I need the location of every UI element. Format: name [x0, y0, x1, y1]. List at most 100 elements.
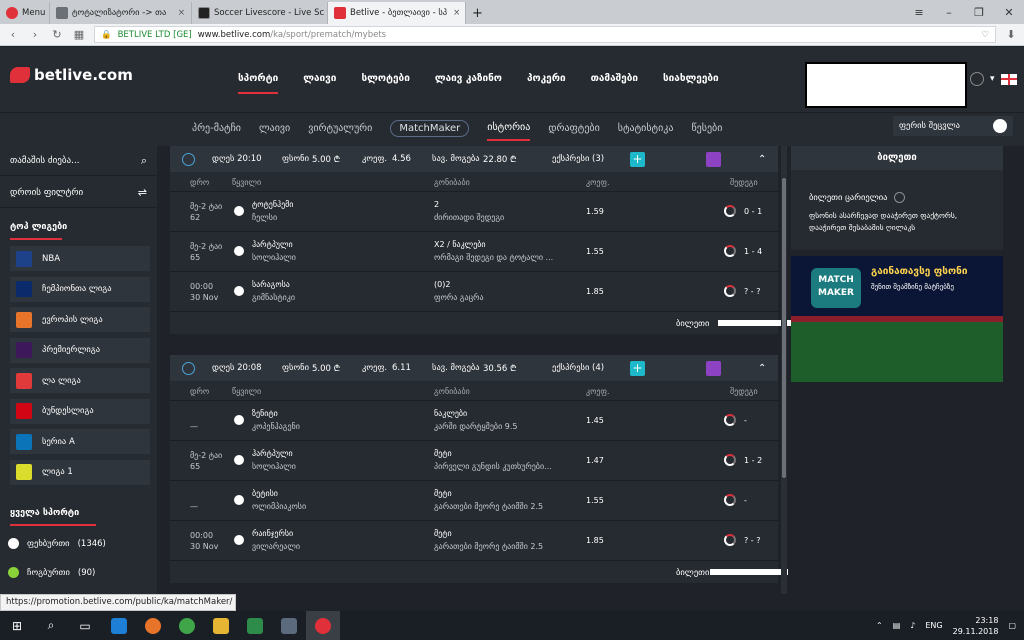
back-icon[interactable]: ‹	[6, 28, 20, 41]
match-row[interactable]: 00:00 30 Nov სარაგოსა გიმნასტიკი (0)2 ფორა გა…	[170, 272, 778, 312]
forward-icon[interactable]: ›	[28, 28, 42, 41]
network-icon[interactable]: ▤	[893, 621, 901, 630]
share-icon[interactable]	[706, 151, 721, 167]
opera-taskbar-icon[interactable]	[306, 611, 340, 640]
tab-rules[interactable]: წესები	[691, 123, 722, 134]
app-icon[interactable]	[272, 611, 306, 640]
restore-icon[interactable]: ❐	[964, 6, 994, 19]
status-spinner-icon	[724, 245, 736, 257]
match-row[interactable]: მე-2 ტაი 62 ტოტენჰემი ჩელსი 2 ძირითადი შედეგი…	[170, 192, 778, 232]
tab-statistics[interactable]: სტატისტიკა	[618, 123, 674, 134]
sport-item[interactable]: ფეხბურთი (1346)	[8, 538, 106, 549]
league-name: NBA	[42, 253, 61, 264]
nav-poker[interactable]: პოკერი	[527, 73, 566, 94]
bet-card-header[interactable]: დღეს 20:10 ფსონი 5.00 ₾ კოეფ. 4.56 სავ. მოგებ…	[170, 146, 778, 172]
matchmaker-promo-banner[interactable]: MATCH MAKER გაინათავსე ფსონი შენით შეამზ…	[791, 256, 1003, 382]
status-spinner-icon	[724, 285, 736, 297]
betslip-panel: ბილეთი ბილეთი ცარიელია ფსონის ასარჩევად …	[791, 146, 1003, 250]
league-item[interactable]: ჩემპიონთა ლიგა	[10, 276, 150, 302]
tab-drafts[interactable]: დრაფტები	[548, 123, 599, 134]
edge-icon[interactable]	[102, 611, 136, 640]
reload-icon[interactable]: ↻	[50, 28, 64, 41]
league-item[interactable]: ბუნდესლიგა	[10, 398, 150, 424]
bookmark-icon[interactable]: ♡	[981, 30, 989, 40]
spreadsheet-icon[interactable]	[238, 611, 272, 640]
nav-news[interactable]: სიახლეები	[663, 73, 719, 94]
tab-history[interactable]: ისტორია	[487, 122, 531, 141]
add-icon[interactable]: +	[630, 151, 645, 167]
tab-matchmaker[interactable]: MatchMaker	[390, 119, 470, 137]
tray-up-icon[interactable]: ⌃	[876, 621, 883, 630]
league-item[interactable]: პრემიერლიგა	[10, 337, 150, 363]
close-icon[interactable]: ×	[172, 8, 185, 18]
download-icon[interactable]: ⬇	[1004, 28, 1018, 41]
betslip-description: ფსონის ასარჩევად დააჭირეთ ფაქტორს, დააჭი…	[809, 211, 958, 232]
stake-label: ფსონი	[282, 154, 309, 164]
match-coef: 1.85	[586, 287, 604, 296]
nav-games[interactable]: თამაშები	[591, 73, 638, 94]
clock[interactable]: 23:18 29.11.2018	[953, 615, 999, 637]
add-icon[interactable]: +	[630, 360, 645, 376]
content-scrollbar[interactable]	[781, 146, 787, 594]
league-item[interactable]: ევროპის ლიგა	[10, 307, 150, 332]
tab-live[interactable]: ლაივი	[259, 123, 290, 134]
firefox-icon[interactable]	[136, 611, 170, 640]
volume-icon[interactable]: ♪	[910, 621, 915, 630]
match-coef: 1.59	[586, 207, 604, 216]
url-domain: www.betlive.com	[197, 29, 271, 40]
user-account-box[interactable]	[805, 62, 967, 108]
tab-prematch[interactable]: პრე-მატჩი	[192, 123, 241, 134]
account-icon[interactable]	[970, 72, 984, 86]
league-item[interactable]: NBA	[10, 246, 150, 271]
chevron-down-icon[interactable]: ▾	[990, 74, 995, 84]
scrollbar-thumb[interactable]	[782, 178, 786, 478]
nav-live[interactable]: ლაივი	[303, 73, 336, 94]
task-view-icon[interactable]: ▭	[68, 611, 102, 640]
chevron-up-icon[interactable]: ⌃	[758, 363, 766, 374]
close-icon[interactable]: ×	[447, 8, 460, 18]
language-indicator[interactable]: ENG	[925, 621, 942, 630]
filter-icon[interactable]: ≡	[904, 6, 934, 19]
browser-tab-menu[interactable]: Menu	[0, 2, 50, 24]
share-icon[interactable]	[706, 360, 721, 376]
match-row[interactable]: — ზენიტი კოპენჰაგენი ნაკლები კარში დარტყმები…	[170, 401, 778, 441]
league-item[interactable]: სერია A	[10, 429, 150, 454]
new-tab-button[interactable]: +	[466, 2, 489, 24]
match-row[interactable]: 00:00 30 Nov რაინჯერსი ვილარეალი მეტი გარათებ…	[170, 521, 778, 561]
close-window-icon[interactable]: ✕	[994, 6, 1024, 19]
url-field[interactable]: 🔒 BETLIVE LTD [GE] www.betlive.com/ka/sp…	[94, 26, 996, 43]
nav-slots[interactable]: სლოტები	[361, 73, 409, 94]
tab-favicon	[198, 7, 210, 19]
browser-tab[interactable]: ტოტალიზატორი -> თა ×	[50, 2, 192, 24]
search-games[interactable]: თამაშის ძიება... ⌕	[0, 146, 157, 176]
theme-button[interactable]: ფერის შეცვლა	[893, 116, 1013, 136]
match-row[interactable]: მე-2 ტაი 65 ჰარტპული სოლიჰალი X2 / ნაკლები ორ…	[170, 232, 778, 272]
all-sports-title: ყველა სპორტი	[10, 508, 80, 518]
bet-card-header[interactable]: დღეს 20:08 ფსონი 5.00 ₾ კოეფ. 6.11 სავ. მოგებ…	[170, 355, 778, 381]
chrome-icon[interactable]	[170, 611, 204, 640]
tab-virtual[interactable]: ვირტუალური	[308, 123, 372, 134]
georgia-flag-icon[interactable]	[1000, 73, 1017, 85]
nav-live-casino[interactable]: ლაივ კაზინო	[435, 73, 502, 94]
notification-icon[interactable]: ▢	[1008, 621, 1016, 630]
speed-dial-icon[interactable]: ▦	[72, 28, 86, 41]
start-icon[interactable]: ⊞	[0, 611, 34, 640]
league-item[interactable]: ლიგა 1	[10, 459, 150, 485]
match-score: 1 - 4	[744, 247, 763, 256]
info-icon[interactable]	[893, 192, 905, 203]
match-time: 00:00	[190, 282, 214, 291]
minimize-icon[interactable]: –	[934, 6, 964, 19]
sport-item[interactable]: ჩოგბურთი (90)	[8, 567, 95, 578]
match-row[interactable]: მე-2 ტაი 65 ჰარტპული სოლიჰალი მეტი პირველი გუ…	[170, 441, 778, 481]
time-filter[interactable]: დროის ფილტრი ⇌	[0, 178, 157, 208]
browser-tab-active[interactable]: Betlive - ბეთლაივი - სპ ×	[328, 2, 466, 24]
match-row[interactable]: — ბეტისი ოლიმპიაკოსი მეტი გარათები მეორე ტაი…	[170, 481, 778, 521]
browser-tab[interactable]: Soccer Livescore - Live Sc ×	[192, 2, 328, 24]
site-logo[interactable]: betlive.com	[10, 66, 133, 84]
match-score: -	[744, 416, 747, 425]
nav-sport[interactable]: სპორტი	[238, 73, 279, 94]
chevron-up-icon[interactable]: ⌃	[758, 154, 766, 165]
search-icon[interactable]: ⌕	[34, 611, 68, 640]
file-explorer-icon[interactable]	[204, 611, 238, 640]
league-item[interactable]: ლა ლიგა	[10, 368, 150, 393]
